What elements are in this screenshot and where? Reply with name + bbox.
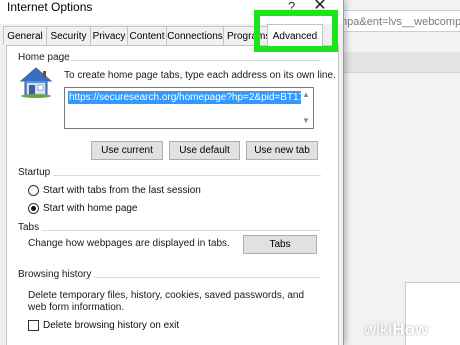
advanced-tab-highlight xyxy=(254,10,338,52)
tab-privacy[interactable]: Privacy xyxy=(90,26,128,45)
wikihow-watermark: wikiHow xyxy=(364,320,456,340)
radio-last-session[interactable] xyxy=(28,185,39,196)
tabs-settings-button[interactable]: Tabs xyxy=(243,235,317,254)
screenshot-stage: mpa&ent=lvs__webcomp Internet Options ? … xyxy=(0,0,460,345)
tab-general[interactable]: General xyxy=(3,26,47,45)
watermark-how: How xyxy=(392,320,429,339)
house-icon xyxy=(19,67,53,98)
watermark-wiki: wiki xyxy=(364,320,393,339)
delete-on-exit-checkbox[interactable] xyxy=(28,320,39,331)
radio-home-page-label: Start with home page xyxy=(43,203,138,214)
home-page-url-textarea[interactable]: https://securesearch.org/homepage?hp=2&p… xyxy=(64,87,314,129)
home-page-divider xyxy=(66,60,321,61)
tab-content[interactable]: Content xyxy=(127,26,167,45)
home-page-url-text: https://securesearch.org/homepage?hp=2&p… xyxy=(68,91,301,104)
tabs-section-header: Tabs xyxy=(18,222,40,233)
scroll-down-icon[interactable]: ▼ xyxy=(301,116,311,126)
startup-header: Startup xyxy=(18,167,51,178)
use-new-tab-button[interactable]: Use new tab xyxy=(246,141,318,160)
startup-divider xyxy=(53,175,321,176)
radio-last-session-label: Start with tabs from the last session xyxy=(43,185,201,196)
internet-options-dialog: Internet Options ? ✕ General Security Pr… xyxy=(0,0,344,345)
use-current-button[interactable]: Use current xyxy=(91,141,163,160)
tab-connections[interactable]: Connections xyxy=(166,26,224,45)
radio-home-page[interactable] xyxy=(28,203,39,214)
delete-on-exit-label: Delete browsing history on exit xyxy=(43,320,180,331)
scroll-up-icon[interactable]: ▲ xyxy=(301,90,311,100)
browsing-history-header: Browsing history xyxy=(18,269,92,280)
browsing-history-description-line2: web form information. xyxy=(28,302,125,313)
browsing-history-divider xyxy=(94,277,321,278)
home-page-description: To create home page tabs, type each addr… xyxy=(64,70,336,81)
tabs-section-description: Change how webpages are displayed in tab… xyxy=(28,238,230,249)
home-page-header: Home page xyxy=(18,52,70,63)
tabs-section-divider xyxy=(42,230,321,231)
use-default-button[interactable]: Use default xyxy=(169,141,240,160)
tab-security[interactable]: Security xyxy=(46,26,91,45)
dialog-title: Internet Options xyxy=(7,0,93,14)
